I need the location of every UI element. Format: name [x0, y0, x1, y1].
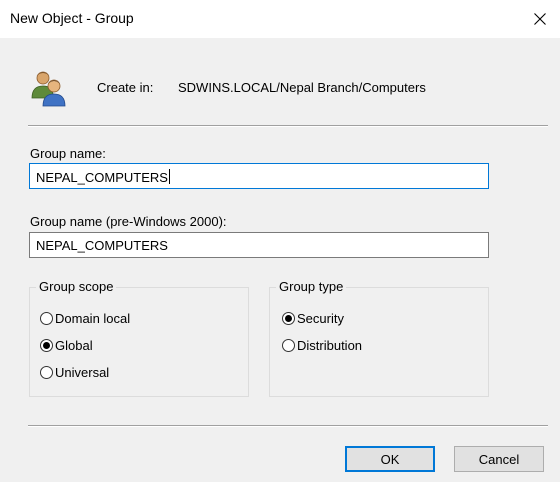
pre2000-name-field[interactable]: NEPAL_COMPUTERS	[29, 232, 489, 258]
group-type-title: Group type	[276, 279, 347, 294]
title-bar[interactable]: New Object - Group	[0, 0, 560, 38]
cancel-button-label: Cancel	[478, 451, 520, 467]
close-icon	[534, 13, 546, 25]
create-in-path: SDWINS.LOCAL/Nepal Branch/Computers	[178, 80, 426, 95]
radio-circle	[282, 339, 295, 352]
group-users-icon	[31, 71, 66, 107]
pre2000-name-value: NEPAL_COMPUTERS	[36, 238, 168, 253]
header-divider	[28, 125, 548, 127]
type-distribution-radio[interactable]: Distribution	[282, 338, 362, 353]
pre2000-name-label: Group name (pre-Windows 2000):	[30, 214, 227, 229]
cancel-button[interactable]: Cancel	[454, 446, 544, 472]
scope-domain-local-label: Domain local	[55, 311, 131, 326]
group-name-value: NEPAL_COMPUTERS	[36, 170, 168, 185]
create-in-label: Create in:	[97, 80, 154, 95]
text-caret	[168, 169, 170, 184]
group-name-label: Group name:	[30, 146, 106, 161]
group-type-box: Group type Security Distribution	[269, 279, 489, 397]
radio-circle	[40, 312, 53, 325]
scope-universal-label: Universal	[55, 365, 110, 380]
radio-circle	[40, 366, 53, 379]
radio-circle	[40, 339, 53, 352]
type-security-radio[interactable]: Security	[282, 311, 344, 326]
footer-divider	[28, 425, 548, 427]
scope-universal-radio[interactable]: Universal	[40, 365, 109, 380]
scope-global-radio[interactable]: Global	[40, 338, 93, 353]
group-scope-box: Group scope Domain local Global Universa…	[29, 279, 249, 397]
group-name-field[interactable]: NEPAL_COMPUTERS	[29, 163, 489, 189]
type-security-label: Security	[297, 311, 344, 326]
group-scope-title: Group scope	[36, 279, 117, 294]
window-title: New Object - Group	[10, 10, 134, 26]
new-object-group-dialog: New Object - Group Create in: SDWINS.LOC…	[0, 0, 560, 482]
close-button[interactable]	[524, 4, 556, 34]
type-distribution-label: Distribution	[297, 338, 363, 353]
scope-domain-local-radio[interactable]: Domain local	[40, 311, 130, 326]
ok-button-label: OK	[380, 451, 400, 467]
ok-button[interactable]: OK	[345, 446, 435, 472]
radio-circle	[282, 312, 295, 325]
scope-global-label: Global	[55, 338, 93, 353]
